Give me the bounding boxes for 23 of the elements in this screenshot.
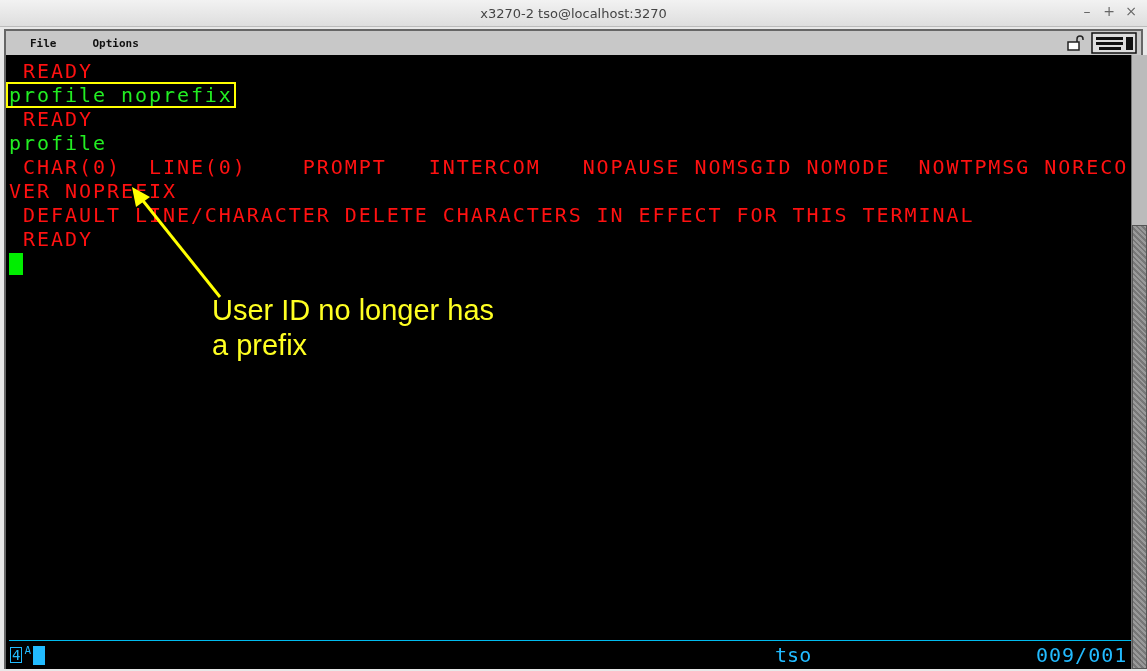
cursor-position: 009/001 [1036,643,1128,667]
terminal-line: CHAR(0) LINE(0) PROMPT INTERCOM NOPAUSE NOMSGID NOMODE NOWTPMSG NORECO [22,154,1130,180]
terminal-screen[interactable] [4,55,1132,669]
text-cursor [9,253,23,275]
scroll-thumb[interactable] [1132,225,1147,669]
lock-icon[interactable] [1067,35,1085,51]
terminal-line: profile [8,130,108,156]
terminal-line: READY [22,226,94,252]
terminal-line: READY [22,106,94,132]
window-title: x3270-2 tso@localhost:3270 [480,5,667,21]
status-cursor [33,645,46,665]
scroll-bar[interactable] [1131,55,1147,669]
maximize-button[interactable]: + [1101,3,1117,19]
lu-name: tso [775,643,812,667]
terminal-line: READY [22,58,94,84]
keyboard-icon[interactable] [1091,32,1137,54]
minimize-button[interactable]: – [1079,3,1095,19]
connection-indicator: 4 [10,647,23,663]
close-button[interactable]: × [1123,3,1139,19]
mode-indicator: A [24,644,32,657]
menu-item[interactable]: File [30,36,57,50]
annotation-text: User ID no longer has a prefix [212,293,496,363]
menu-item[interactable]: Options [92,36,139,50]
